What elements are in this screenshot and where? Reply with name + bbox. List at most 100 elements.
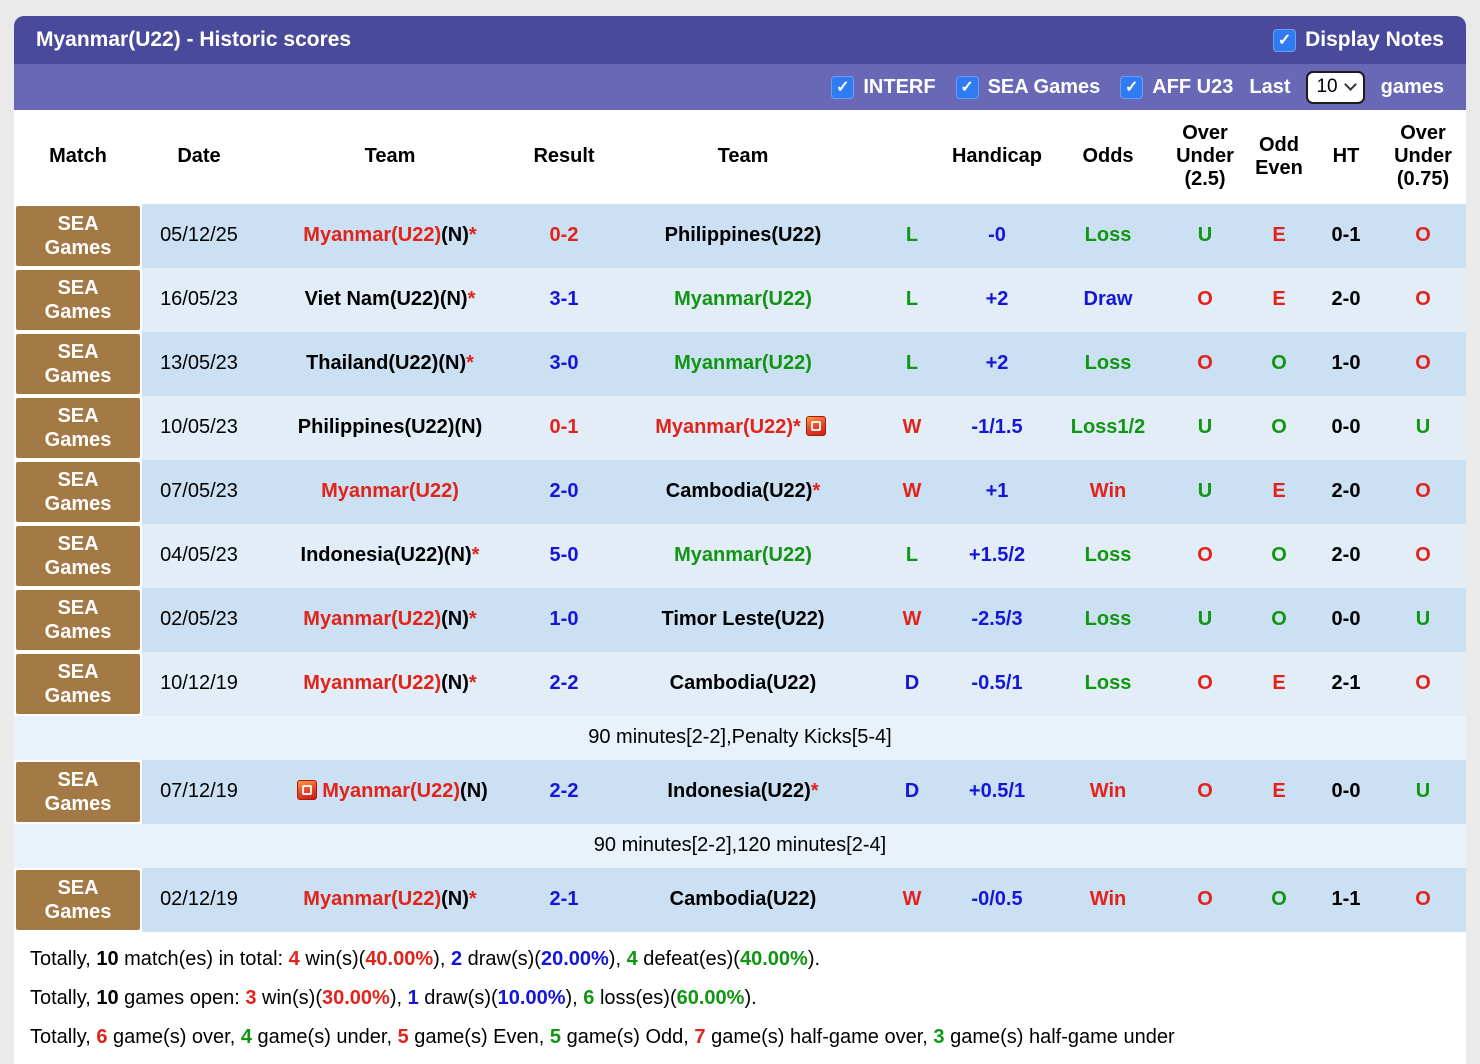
team-name: Timor Leste(U22) (661, 608, 825, 631)
checkbox-icon[interactable]: ✓ (831, 75, 855, 99)
summary-segment: 4 (626, 947, 638, 970)
ht-cell: 2-0 (1312, 459, 1380, 524)
team-suffix: (N) (441, 608, 469, 631)
table-row[interactable]: SEA Games 02/05/23 Myanmar(U22)(N)* 1-0 Timo… (14, 587, 1466, 652)
table-row[interactable]: SEA Games 10/05/23 Philippines(U22)(N) 0-1 M… (14, 395, 1466, 460)
summary-segment: ), (608, 947, 627, 970)
match-cell: SEA Games (14, 587, 142, 652)
over-under-25-cell: U (1164, 203, 1246, 268)
col-wdl (882, 110, 942, 204)
table-row[interactable]: SEA Games 13/05/23 Thailand(U22)(N)* 3-0 Mya… (14, 331, 1466, 396)
summary-segment: 1 (407, 986, 419, 1009)
ht-cell: 1-1 (1312, 867, 1380, 932)
summary-segment: 4 (288, 947, 300, 970)
result-cell: 1-0 (524, 587, 604, 652)
summary-segment: game(s) half-game under (944, 1025, 1175, 1048)
select-value: 10 (1316, 76, 1338, 97)
summary-line: Totally, 10 games open: 3 win(s)(30.00%)… (30, 979, 1450, 1018)
table-row[interactable]: SEA Games 07/12/19 Myanmar(U22)(N) 2-2 Indon… (14, 759, 1466, 824)
col-match: Match (14, 110, 142, 204)
home-team-cell: Myanmar(U22)(N) (256, 759, 524, 824)
filter-aff-u23[interactable]: ✓ AFF U23 (1120, 75, 1233, 99)
over-under-25-cell: O (1164, 267, 1246, 332)
result-cell: 0-2 (524, 203, 604, 268)
competition-label: SEA Games (44, 876, 112, 923)
competition-badge: SEA Games (16, 589, 140, 650)
team-name: Philippines(U22) (664, 224, 822, 247)
table-row[interactable]: SEA Games 07/05/23 Myanmar(U22) 2-0 Cambodia… (14, 459, 1466, 524)
games-label: games (1380, 75, 1444, 98)
team-name: Myanmar(U22) (303, 224, 442, 247)
wdl-cell: D (882, 759, 942, 824)
summary: Totally, 10 match(es) in total: 4 win(s)… (14, 931, 1466, 1064)
competition-badge: SEA Games (16, 761, 140, 822)
over-under-25-cell: O (1164, 331, 1246, 396)
filter-group: ✓ INTERF ✓ SEA Games ✓ AFF U23 (831, 75, 1233, 99)
odds-cell: Loss (1052, 331, 1164, 396)
summary-segment: game(s) Odd, (561, 1025, 695, 1048)
competition-label: SEA Games (44, 404, 112, 451)
last-games-select[interactable]: 10 (1306, 70, 1365, 104)
handicap-cell: +2 (942, 331, 1052, 396)
team-name: Myanmar(U22) (321, 480, 459, 503)
competition-badge: SEA Games (16, 269, 140, 330)
match-cell: SEA Games (14, 395, 142, 460)
col-ht: HT (1312, 110, 1380, 204)
team-name: Philippines(U22) (297, 416, 455, 439)
filter-sea-games[interactable]: ✓ SEA Games (955, 75, 1100, 99)
team-suffix: (N) (454, 416, 483, 439)
col-result: Result (524, 110, 604, 204)
display-notes-toggle[interactable]: ✓ Display Notes (1273, 28, 1444, 52)
panel-title: Myanmar(U22) - Historic scores (36, 28, 352, 51)
competition-label: SEA Games (44, 532, 112, 579)
odds-cell: Draw (1052, 267, 1164, 332)
table-row[interactable]: SEA Games 10/12/19 Myanmar(U22)(N)* 2-2 Camb… (14, 651, 1466, 716)
display-notes-checkbox[interactable]: ✓ (1273, 28, 1297, 52)
checkbox-icon[interactable]: ✓ (955, 75, 979, 99)
result-cell: 2-2 (524, 651, 604, 716)
ht-cell: 2-0 (1312, 267, 1380, 332)
team-star: * (466, 352, 474, 375)
over-under-075-cell: O (1380, 203, 1466, 268)
result-cell: 2-1 (524, 867, 604, 932)
summary-segment: 60.00% (676, 986, 745, 1009)
home-team-cell: Viet Nam(U22)(N)* (256, 267, 524, 332)
card-icon (805, 416, 826, 437)
odd-even-cell: E (1246, 651, 1312, 716)
wdl-cell: W (882, 395, 942, 460)
table-row[interactable]: SEA Games 05/12/25 Myanmar(U22)(N)* 0-2 Phil… (14, 203, 1466, 268)
away-team-cell: Cambodia(U22)* (604, 459, 882, 524)
team-suffix: (N) (443, 544, 472, 567)
table-row[interactable]: SEA Games 16/05/23 Viet Nam(U22)(N)* 3-1 Mya… (14, 267, 1466, 332)
match-cell: SEA Games (14, 523, 142, 588)
over-under-25-cell: O (1164, 759, 1246, 824)
odd-even-cell: E (1246, 459, 1312, 524)
odd-even-cell: O (1246, 331, 1312, 396)
away-team-cell: Myanmar(U22) (604, 267, 882, 332)
over-under-25-cell: O (1164, 867, 1246, 932)
odd-even-cell: O (1246, 587, 1312, 652)
table-body: SEA Games 05/12/25 Myanmar(U22)(N)* 0-2 Phil… (14, 203, 1466, 932)
home-team-cell: Philippines(U22)(N) (256, 395, 524, 460)
team-suffix: (N) (460, 780, 488, 803)
table-row[interactable]: SEA Games 02/12/19 Myanmar(U22)(N)* 2-1 Camb… (14, 867, 1466, 932)
title-bar: Myanmar(U22) - Historic scores ✓ Display… (14, 16, 1466, 64)
team-suffix: (N) (441, 224, 469, 247)
summary-segment: ). (807, 947, 821, 970)
competition-label: SEA Games (44, 276, 112, 323)
away-team-cell: Timor Leste(U22) (604, 587, 882, 652)
table-row[interactable]: SEA Games 04/05/23 Indonesia(U22)(N)* 5-0 My… (14, 523, 1466, 588)
team-name: Myanmar(U22) (674, 544, 812, 567)
over-under-075-cell: O (1380, 651, 1466, 716)
competition-label: SEA Games (44, 468, 112, 515)
filter-interf[interactable]: ✓ INTERF (831, 75, 936, 99)
result-cell: 0-1 (524, 395, 604, 460)
away-team-cell: Myanmar(U22) (604, 523, 882, 588)
over-under-075-cell: U (1380, 395, 1466, 460)
odds-cell: Win (1052, 867, 1164, 932)
team-name: Myanmar(U22) (303, 888, 442, 911)
over-under-075-cell: O (1380, 331, 1466, 396)
team-name: Viet Nam(U22) (304, 288, 440, 311)
checkbox-icon[interactable]: ✓ (1120, 75, 1144, 99)
handicap-cell: -1/1.5 (942, 395, 1052, 460)
